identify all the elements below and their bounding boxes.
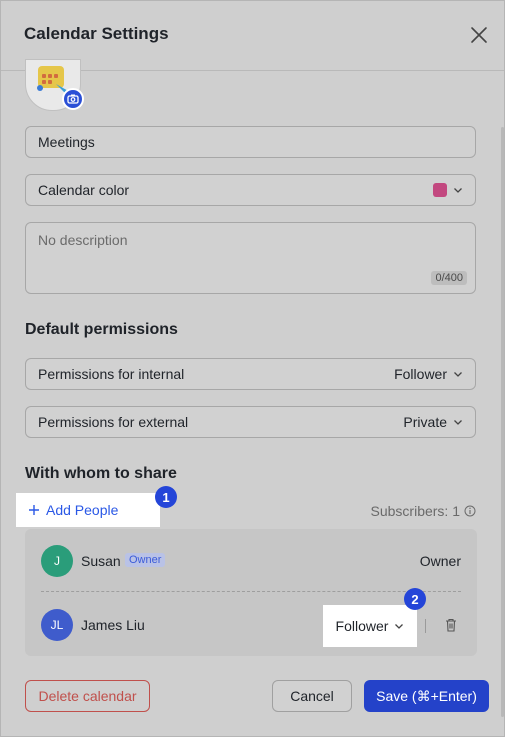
- color-swatch: [433, 183, 447, 197]
- plus-icon: [29, 505, 39, 515]
- permissions-external-value: Private: [403, 414, 447, 430]
- subscribers-label: Subscribers: 1: [370, 503, 460, 519]
- description-textarea[interactable]: No description 0/400: [25, 222, 476, 294]
- add-people-button[interactable]: Add People: [16, 493, 160, 527]
- member-role-value: Follower: [335, 618, 389, 634]
- trash-icon[interactable]: [443, 617, 459, 633]
- scrollbar[interactable]: [501, 127, 504, 717]
- member-name: Susan: [81, 553, 121, 569]
- camera-icon[interactable]: [62, 88, 84, 110]
- description-counter: 0/400: [431, 271, 467, 285]
- calendar-name-input[interactable]: Meetings: [25, 126, 476, 158]
- divider: [41, 591, 461, 592]
- chevron-down-icon: [454, 188, 462, 193]
- avatar: J: [41, 545, 73, 577]
- step-badge-1: 1: [155, 486, 177, 508]
- close-icon[interactable]: [467, 23, 491, 47]
- chevron-down-icon: [454, 420, 462, 425]
- avatar: JL: [41, 609, 73, 641]
- member-role-dropdown[interactable]: Follower: [323, 605, 417, 647]
- step-badge-2: 2: [404, 588, 426, 610]
- save-button[interactable]: Save (⌘+Enter): [364, 680, 489, 712]
- chevron-down-icon: [454, 372, 462, 377]
- description-placeholder: No description: [38, 232, 128, 248]
- default-permissions-title: Default permissions: [25, 321, 178, 338]
- share-section-title: With whom to share: [25, 465, 177, 482]
- permissions-external-select[interactable]: Permissions for external Private: [25, 406, 476, 438]
- subscribers-count: Subscribers: 1: [371, 503, 476, 519]
- info-icon[interactable]: [464, 505, 476, 517]
- calendar-color-select[interactable]: Calendar color: [25, 174, 476, 206]
- calendar-color-label: Calendar color: [38, 182, 130, 198]
- delete-calendar-button[interactable]: Delete calendar: [25, 680, 150, 712]
- member-name: James Liu: [81, 617, 145, 633]
- member-row: J Susan Owner Owner: [25, 531, 477, 589]
- add-people-label: Add People: [46, 502, 119, 518]
- permissions-internal-label: Permissions for internal: [38, 366, 185, 382]
- calendar-settings-dialog: Calendar Settings Meetings Calendar colo…: [0, 0, 505, 737]
- member-role: Owner: [419, 553, 461, 569]
- owner-badge: Owner: [125, 553, 166, 567]
- divider: [425, 619, 426, 633]
- permissions-external-label: Permissions for external: [38, 414, 189, 430]
- permissions-internal-select[interactable]: Permissions for internal Follower: [25, 358, 476, 390]
- permissions-internal-value: Follower: [394, 366, 447, 382]
- calendar-name-value: Meetings: [38, 134, 95, 150]
- dialog-title: Calendar Settings: [24, 24, 169, 43]
- calendar-avatar[interactable]: [25, 59, 84, 111]
- chevron-down-icon: [395, 624, 404, 629]
- cancel-button[interactable]: Cancel: [272, 680, 352, 712]
